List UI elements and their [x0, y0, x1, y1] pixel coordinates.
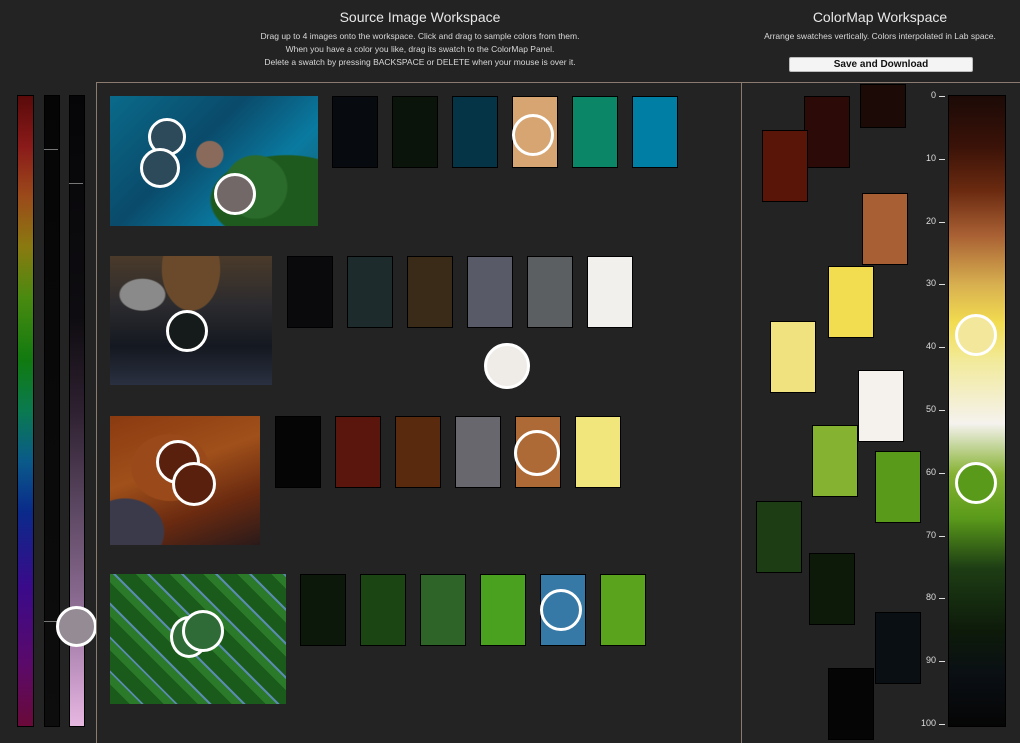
tick-mark: [939, 472, 945, 474]
color-swatch[interactable]: [480, 574, 526, 646]
color-swatch[interactable]: [332, 96, 378, 168]
tick-mark: [939, 158, 945, 160]
tick-label: 70: [925, 529, 936, 540]
color-swatch[interactable]: [455, 416, 501, 488]
color-swatch[interactable]: [572, 96, 618, 168]
tick-mark: [939, 347, 945, 349]
sample-circle[interactable]: [182, 610, 224, 652]
tick-mark: [939, 96, 945, 97]
sample-circle[interactable]: [172, 462, 216, 506]
sample-circle[interactable]: [214, 173, 256, 215]
tick-mark: [939, 661, 945, 663]
colormap-swatch[interactable]: [828, 266, 874, 338]
colormap-swatch[interactable]: [875, 612, 921, 684]
tick-label: 100: [920, 718, 936, 728]
tick-label: 40: [925, 341, 936, 352]
source-instruction-3: Delete a swatch by pressing BACKSPACE or…: [264, 57, 576, 67]
tick-label: 30: [925, 278, 936, 289]
colormap-swatch[interactable]: [812, 425, 858, 497]
marker-line: [44, 149, 58, 150]
rainbow-colorbar[interactable]: [17, 95, 34, 727]
color-swatch[interactable]: [600, 574, 646, 646]
colormap-swatch[interactable]: [756, 501, 802, 573]
color-swatch[interactable]: [467, 256, 513, 328]
source-instruction-1: Drag up to 4 images onto the workspace. …: [260, 31, 580, 41]
color-swatch[interactable]: [287, 256, 333, 328]
tick-mark: [939, 535, 945, 537]
marker-line: [69, 183, 83, 184]
sample-circle[interactable]: [56, 606, 97, 647]
colormap-swatch[interactable]: [762, 130, 808, 202]
colormap-swatch[interactable]: [862, 193, 908, 265]
tick-label: 60: [925, 466, 936, 477]
color-swatch[interactable]: [335, 416, 381, 488]
tick-mark: [939, 221, 945, 223]
color-swatch[interactable]: [632, 96, 678, 168]
color-swatch[interactable]: [360, 574, 406, 646]
tick-label: 0: [930, 90, 936, 100]
tick-label: 10: [925, 152, 936, 163]
tick-label: 80: [925, 592, 936, 603]
sample-circle[interactable]: [140, 148, 180, 188]
sample-circle[interactable]: [955, 462, 997, 504]
colormap-swatch[interactable]: [804, 96, 850, 168]
tick-mark: [939, 724, 945, 725]
color-swatch[interactable]: [575, 416, 621, 488]
colormap-workspace-title: ColorMap Workspace: [812, 9, 948, 25]
color-swatch[interactable]: [420, 574, 466, 646]
colormap-instruction: Arrange swatches vertically. Colors inte…: [764, 31, 996, 41]
tick-label: 90: [925, 655, 936, 666]
colormap-gradient-bar[interactable]: [948, 95, 1006, 727]
colormap-swatch[interactable]: [809, 553, 855, 625]
color-swatch[interactable]: [275, 416, 321, 488]
colormap-swatch[interactable]: [828, 668, 874, 740]
source-workspace-title: Source Image Workspace: [339, 9, 501, 25]
sample-circle[interactable]: [955, 314, 997, 356]
color-swatch[interactable]: [587, 256, 633, 328]
sample-circle[interactable]: [540, 589, 582, 631]
color-swatch[interactable]: [347, 256, 393, 328]
colormap-swatch[interactable]: [875, 451, 921, 523]
color-swatch[interactable]: [392, 96, 438, 168]
tick-label: 50: [925, 404, 936, 414]
tick-mark: [939, 284, 945, 286]
sample-circle[interactable]: [512, 114, 554, 156]
color-swatch[interactable]: [395, 416, 441, 488]
tick-mark: [939, 410, 945, 411]
save-and-download-button[interactable]: Save and Download: [789, 57, 973, 72]
colormap-swatch[interactable]: [858, 370, 904, 442]
color-swatch[interactable]: [452, 96, 498, 168]
sample-circle[interactable]: [514, 430, 560, 476]
tick-label: 20: [925, 215, 936, 226]
source-instruction-2: When you have a color you like, drag its…: [285, 44, 555, 54]
tick-mark: [939, 598, 945, 600]
color-swatch[interactable]: [300, 574, 346, 646]
colormap-swatch[interactable]: [770, 321, 816, 393]
color-swatch[interactable]: [407, 256, 453, 328]
sample-circle[interactable]: [166, 310, 208, 352]
color-swatch[interactable]: [527, 256, 573, 328]
sample-circle[interactable]: [484, 343, 530, 389]
